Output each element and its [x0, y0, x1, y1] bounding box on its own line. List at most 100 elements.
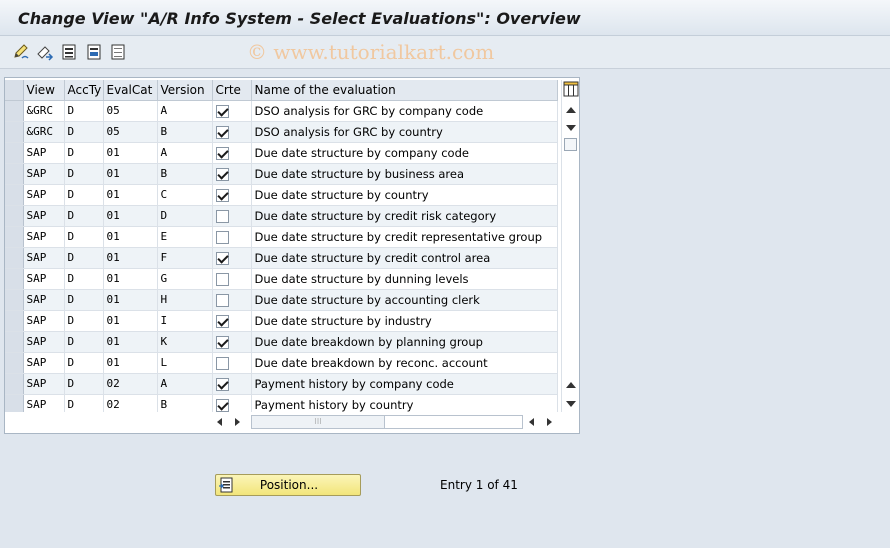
table-row[interactable]: SAP D 01 I Due date structure by industry — [5, 310, 558, 332]
cell-version: B — [157, 121, 213, 143]
crte-checkbox[interactable] — [215, 104, 229, 118]
cell-view: &GRC — [23, 121, 65, 143]
table-row[interactable]: &GRC D 05 B DSO analysis for GRC by country — [5, 121, 558, 143]
crte-checkbox[interactable] — [215, 398, 229, 412]
cell-crte — [212, 163, 252, 185]
cell-evalcat: 01 — [103, 268, 158, 290]
cell-view: &GRC — [23, 100, 65, 122]
row-selector[interactable] — [5, 121, 24, 143]
column-header-evalcat[interactable]: EvalCat — [103, 80, 158, 101]
table-row[interactable]: SAP D 02 A Payment history by company code — [5, 373, 558, 395]
cell-name: Due date structure by credit risk catego… — [251, 205, 558, 227]
row-selector[interactable] — [5, 205, 24, 227]
horizontal-scroll-thumb[interactable]: ⁝⁝⁝ — [252, 416, 385, 428]
cell-evalcat: 01 — [103, 226, 158, 248]
column-header-view[interactable]: View — [23, 80, 65, 101]
crte-checkbox[interactable] — [215, 356, 229, 370]
crte-checkbox[interactable] — [215, 377, 229, 391]
row-selector[interactable] — [5, 268, 24, 290]
table-row[interactable]: SAP D 01 A Due date structure by company cod… — [5, 142, 558, 164]
scroll-page-down-icon[interactable] — [566, 401, 576, 407]
scroll-up-arrow-icon[interactable] — [566, 107, 576, 113]
crte-checkbox[interactable] — [215, 209, 229, 223]
table-row[interactable]: SAP D 01 G Due date structure by dunning lev… — [5, 268, 558, 290]
row-selector[interactable] — [5, 373, 24, 395]
row-selector[interactable] — [5, 310, 24, 332]
table-settings-icon[interactable] — [563, 81, 579, 97]
cell-name: Due date breakdown by reconc. account — [251, 352, 558, 374]
scroll-right-end-icon[interactable] — [547, 418, 552, 426]
scroll-right-arrow-icon[interactable] — [235, 418, 240, 426]
table-row[interactable]: SAP D 01 B Due date structure by business ar… — [5, 163, 558, 185]
cell-crte — [212, 289, 252, 311]
table-row[interactable]: SAP D 01 D Due date structure by credit risk… — [5, 205, 558, 227]
scroll-page-up-icon[interactable] — [566, 382, 576, 388]
select-all-cell[interactable] — [5, 80, 24, 101]
deselect-all-icon[interactable] — [109, 43, 127, 61]
cell-accty: D — [64, 163, 104, 185]
column-header-accty[interactable]: AccTy — [64, 80, 104, 101]
cell-evalcat: 01 — [103, 310, 158, 332]
table-row[interactable]: SAP D 01 H Due date structure by accounting … — [5, 289, 558, 311]
display-change-icon[interactable] — [36, 43, 54, 61]
crte-checkbox[interactable] — [215, 251, 229, 265]
crte-checkbox[interactable] — [215, 125, 229, 139]
cell-accty: D — [64, 205, 104, 227]
crte-checkbox[interactable] — [215, 314, 229, 328]
crte-checkbox[interactable] — [215, 146, 229, 160]
horizontal-scroll-track[interactable]: ⁝⁝⁝ — [251, 415, 523, 429]
cell-accty: D — [64, 268, 104, 290]
scroll-left-end-icon[interactable] — [529, 418, 534, 426]
vertical-scroll-thumb[interactable] — [564, 138, 577, 151]
vertical-scrollbar[interactable] — [561, 80, 579, 412]
column-header-name[interactable]: Name of the evaluation — [251, 80, 558, 101]
cell-accty: D — [64, 331, 104, 353]
crte-checkbox[interactable] — [215, 188, 229, 202]
table-row[interactable]: SAP D 01 C Due date structure by country — [5, 184, 558, 206]
crte-checkbox[interactable] — [215, 335, 229, 349]
crte-checkbox[interactable] — [215, 167, 229, 181]
cell-crte — [212, 352, 252, 374]
cell-view: SAP — [23, 331, 65, 353]
cell-evalcat: 01 — [103, 205, 158, 227]
row-selector[interactable] — [5, 226, 24, 248]
crte-checkbox[interactable] — [215, 272, 229, 286]
cell-evalcat: 01 — [103, 142, 158, 164]
scroll-down-arrow-icon[interactable] — [566, 125, 576, 131]
row-selector[interactable] — [5, 100, 24, 122]
table-row[interactable]: SAP D 01 F Due date structure by credit cont… — [5, 247, 558, 269]
cell-name: Due date structure by credit representat… — [251, 226, 558, 248]
cell-name: Due date structure by dunning levels — [251, 268, 558, 290]
position-button[interactable]: Position... — [215, 474, 361, 496]
select-all-icon[interactable] — [60, 43, 78, 61]
cell-evalcat: 05 — [103, 100, 158, 122]
column-header-crte[interactable]: Crte — [212, 80, 252, 101]
cell-version: K — [157, 331, 213, 353]
crte-checkbox[interactable] — [215, 293, 229, 307]
scroll-left-arrow-icon[interactable] — [217, 418, 222, 426]
cell-crte — [212, 373, 252, 395]
table-header-row: View AccTy EvalCat Version Crte Name of … — [5, 80, 558, 101]
column-header-version[interactable]: Version — [157, 80, 213, 101]
crte-checkbox[interactable] — [215, 230, 229, 244]
select-block-icon[interactable] — [85, 43, 103, 61]
cell-view: SAP — [23, 184, 65, 206]
row-selector[interactable] — [5, 184, 24, 206]
table-row[interactable]: SAP D 01 E Due date structure by credit repr… — [5, 226, 558, 248]
table-row[interactable]: SAP D 01 L Due date breakdown by reconc. acc… — [5, 352, 558, 374]
cell-accty: D — [64, 226, 104, 248]
evaluations-table: View AccTy EvalCat Version Crte Name of … — [4, 77, 580, 434]
row-selector[interactable] — [5, 331, 24, 353]
row-selector[interactable] — [5, 352, 24, 374]
edit-pencil-icon[interactable] — [12, 43, 30, 61]
row-selector[interactable] — [5, 289, 24, 311]
cell-crte — [212, 268, 252, 290]
table-row[interactable]: &GRC D 05 A DSO analysis for GRC by company … — [5, 100, 558, 122]
row-selector[interactable] — [5, 142, 24, 164]
horizontal-scrollbar[interactable]: ⁝⁝⁝ — [5, 412, 579, 432]
cell-crte — [212, 184, 252, 206]
cell-evalcat: 01 — [103, 331, 158, 353]
row-selector[interactable] — [5, 247, 24, 269]
table-row[interactable]: SAP D 01 K Due date breakdown by planning gr… — [5, 331, 558, 353]
row-selector[interactable] — [5, 163, 24, 185]
